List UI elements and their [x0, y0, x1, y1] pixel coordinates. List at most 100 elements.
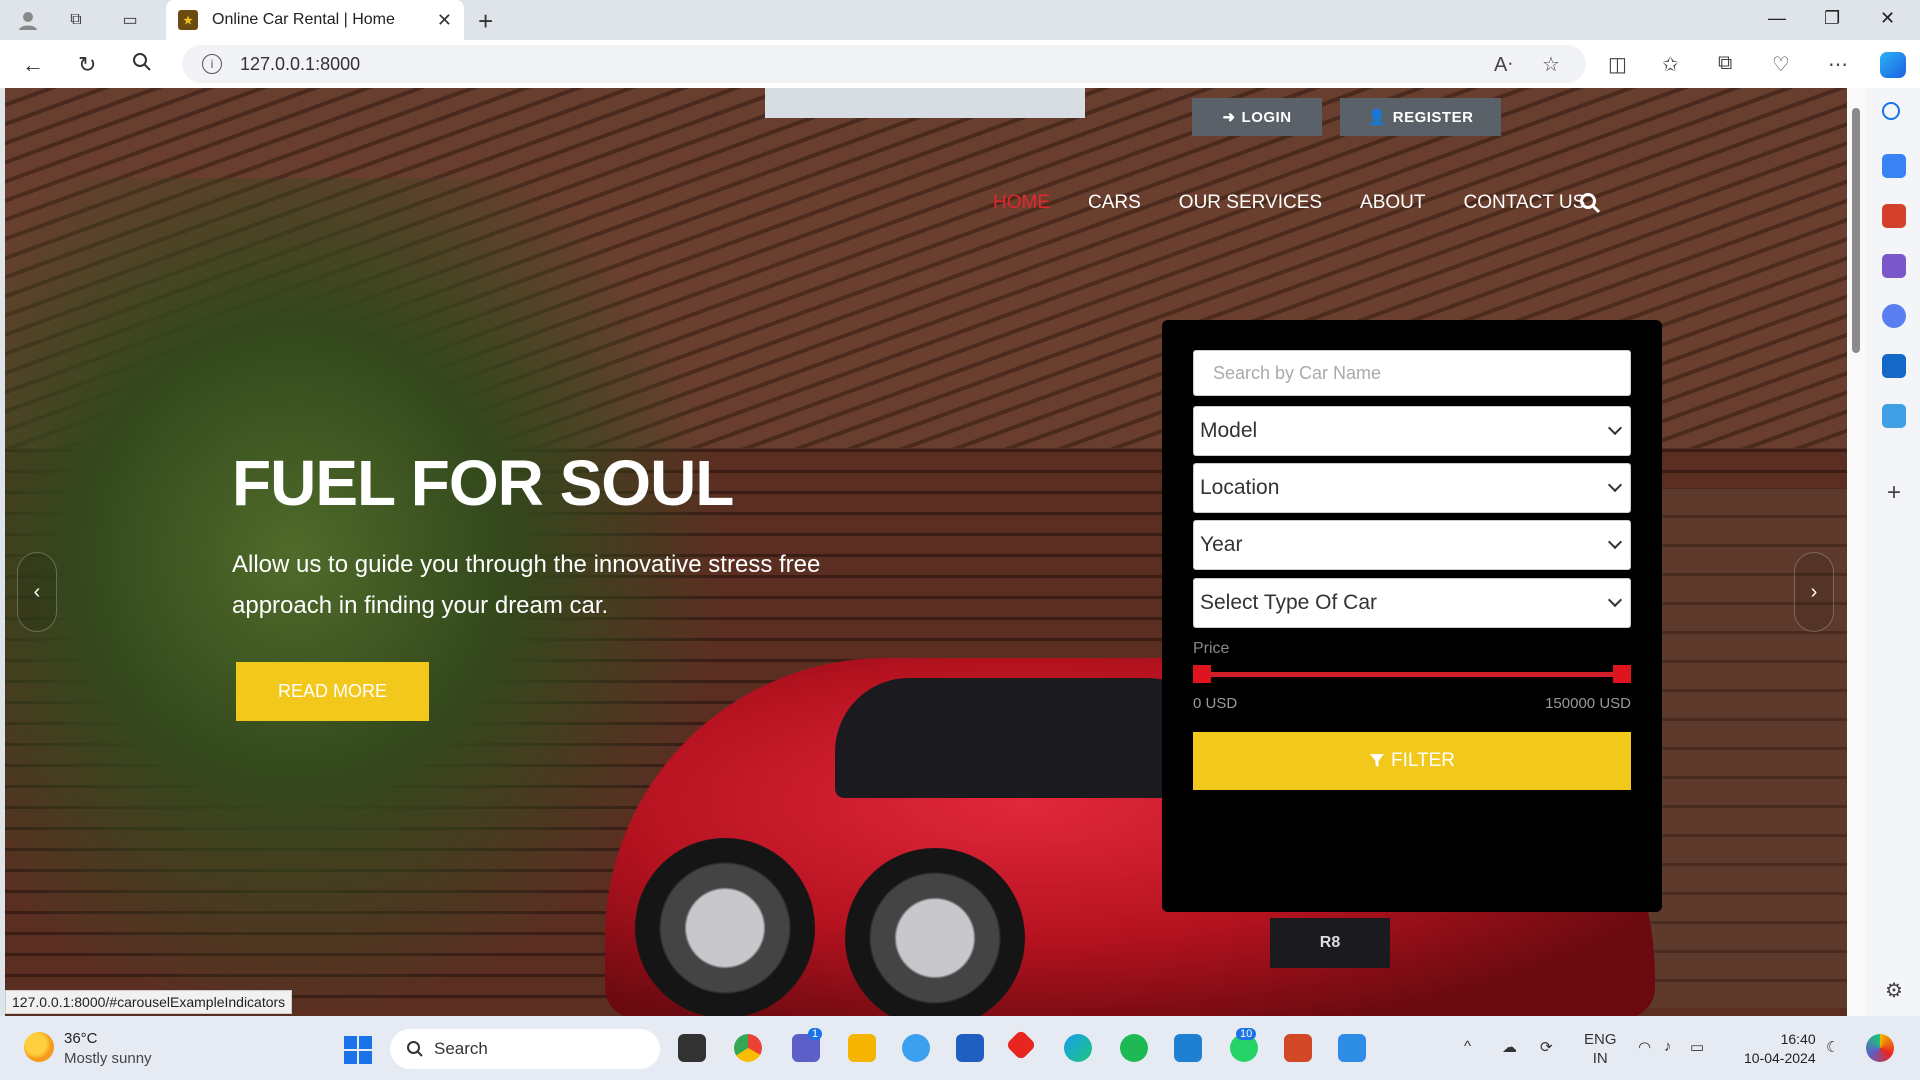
taskbar-search-label: Search: [434, 1039, 488, 1058]
weather-temperature[interactable]: 36°C: [64, 1030, 98, 1047]
site-search-icon[interactable]: [1579, 192, 1601, 214]
language-code: ENG: [1584, 1031, 1617, 1048]
taskbar-edge-icon[interactable]: [1064, 1034, 1092, 1062]
more-options-icon[interactable]: ⋯: [1828, 52, 1848, 77]
year-select[interactable]: Year: [1193, 520, 1631, 570]
sidebar-add-icon[interactable]: +: [1882, 481, 1906, 506]
filter-button[interactable]: FILTER: [1193, 732, 1631, 790]
menu-item-home[interactable]: HOME: [993, 192, 1050, 214]
price-max-handle[interactable]: [1613, 665, 1631, 683]
edge-sidebar: + ⚙: [1866, 88, 1920, 1016]
login-label: LOGIN: [1241, 108, 1292, 126]
site-favicon: ★: [178, 10, 198, 30]
show-hidden-icons-icon[interactable]: ^: [1464, 1038, 1471, 1055]
price-min-handle[interactable]: [1193, 665, 1211, 683]
page-scrollbar[interactable]: [1847, 88, 1866, 1016]
copilot-taskbar-icon[interactable]: [1866, 1034, 1894, 1062]
close-tab-icon[interactable]: ✕: [437, 10, 452, 31]
chevron-down-icon: [1607, 592, 1623, 608]
taskbar-vscode-icon[interactable]: [1174, 1034, 1202, 1062]
teams-badge: 1: [808, 1028, 823, 1040]
sync-icon[interactable]: ⟳: [1540, 1038, 1553, 1056]
taskbar-task-view-icon[interactable]: [678, 1034, 706, 1062]
read-more-button[interactable]: READ MORE: [236, 662, 429, 721]
scrollbar-thumb[interactable]: [1852, 108, 1860, 353]
notification-icon[interactable]: ☾: [1826, 1038, 1839, 1056]
user-plus-icon: 👤: [1367, 109, 1387, 126]
taskbar-file-explorer-icon[interactable]: [848, 1034, 876, 1062]
back-icon[interactable]: ←: [22, 52, 44, 78]
car-wheel-left: [635, 838, 815, 1016]
url-text: 127.0.0.1:8000: [240, 53, 361, 74]
clock[interactable]: 16:40 10-04-2024: [1744, 1030, 1816, 1068]
refresh-icon[interactable]: ↻: [78, 52, 96, 78]
car-wheel-front: [845, 848, 1025, 1016]
hero-carousel: R8 ➜ LOGIN 👤 REGISTER HOME CARS OUR SERV…: [5, 88, 1847, 1016]
address-bar-row: ← ↻ i 127.0.0.1:8000 Aᐧ ☆ ◫ ✩ ⧉ ♡ ⋯: [0, 40, 1920, 88]
workspaces-icon[interactable]: ⧉: [64, 8, 88, 32]
login-button[interactable]: ➜ LOGIN: [1192, 98, 1322, 136]
copilot-icon[interactable]: [1880, 52, 1906, 78]
minimize-icon[interactable]: —: [1768, 8, 1786, 29]
car-name-search-input[interactable]: Search by Car Name: [1193, 350, 1631, 396]
close-window-icon[interactable]: ✕: [1880, 8, 1895, 29]
menu-item-our-services[interactable]: OUR SERVICES: [1179, 192, 1322, 214]
carousel-prev-icon[interactable]: ‹: [17, 552, 57, 632]
wifi-icon[interactable]: ◠: [1638, 1038, 1651, 1056]
favorite-star-icon[interactable]: ☆: [1542, 52, 1560, 77]
sidebar-games-icon[interactable]: [1882, 254, 1906, 278]
sidebar-m365-icon[interactable]: [1882, 304, 1906, 328]
taskbar-search[interactable]: Search: [390, 1029, 660, 1069]
car-type-select[interactable]: Select Type Of Car: [1193, 578, 1631, 628]
new-tab-icon[interactable]: +: [478, 6, 493, 37]
hero-title: FUEL FOR SOUL: [232, 447, 734, 519]
taskbar-store-icon[interactable]: [956, 1034, 984, 1062]
main-menu: HOME CARS OUR SERVICES ABOUT CONTACT US: [993, 192, 1585, 214]
car-filter-panel: Search by Car Name Model Location Year S…: [1162, 320, 1662, 912]
sidebar-settings-icon[interactable]: ⚙: [1882, 978, 1906, 1002]
collections-icon[interactable]: ⧉: [1718, 52, 1732, 75]
menu-item-contact-us[interactable]: CONTACT US: [1464, 192, 1586, 214]
menu-item-about[interactable]: ABOUT: [1360, 192, 1425, 214]
profile-icon[interactable]: [16, 8, 40, 32]
taskbar-photos-icon[interactable]: [1338, 1034, 1366, 1062]
taskbar-help-icon[interactable]: [902, 1034, 930, 1062]
sidebar-shopping-icon[interactable]: [1882, 154, 1906, 178]
weather-sunny-icon[interactable]: [24, 1032, 54, 1062]
site-info-icon[interactable]: i: [202, 54, 222, 74]
price-range-track[interactable]: [1201, 672, 1621, 677]
carousel-next-icon[interactable]: ›: [1794, 552, 1834, 632]
tab-actions-icon[interactable]: ▭: [118, 8, 142, 32]
taskbar-chrome-icon[interactable]: [734, 1034, 762, 1062]
taskbar-spotify-icon[interactable]: [1120, 1034, 1148, 1062]
price-min-value: 0 USD: [1193, 695, 1238, 712]
search-icon[interactable]: [132, 52, 152, 78]
battery-icon[interactable]: ▭: [1690, 1038, 1704, 1056]
browser-essentials-icon[interactable]: ♡: [1772, 52, 1790, 77]
split-screen-icon[interactable]: ◫: [1608, 52, 1627, 77]
windows-start-icon[interactable]: [344, 1036, 372, 1064]
model-select[interactable]: Model: [1193, 406, 1631, 456]
menu-item-cars[interactable]: CARS: [1088, 192, 1141, 214]
taskbar-powerpoint-icon[interactable]: [1284, 1034, 1312, 1062]
sidebar-outlook-icon[interactable]: [1882, 354, 1906, 378]
url-field[interactable]: i 127.0.0.1:8000: [182, 45, 1586, 83]
taskbar-git-icon[interactable]: [1005, 1029, 1037, 1061]
sidebar-search-icon[interactable]: [1882, 102, 1900, 120]
weather-description[interactable]: Mostly sunny: [64, 1050, 152, 1067]
read-aloud-icon[interactable]: Aᐧ: [1494, 52, 1512, 77]
location-select[interactable]: Location: [1193, 463, 1631, 513]
sidebar-tools-icon[interactable]: [1882, 204, 1906, 228]
register-button[interactable]: 👤 REGISTER: [1340, 98, 1501, 136]
chevron-down-icon: [1607, 420, 1623, 436]
region-code: IN: [1592, 1050, 1608, 1067]
car-type-select-value: Select Type Of Car: [1200, 591, 1378, 614]
browser-tab[interactable]: ★ Online Car Rental | Home ✕: [166, 0, 464, 40]
sidebar-send-icon[interactable]: [1882, 404, 1906, 428]
favorites-icon[interactable]: ✩: [1662, 52, 1679, 77]
hero-subtitle: Allow us to guide you through the innova…: [232, 551, 821, 619]
onedrive-icon[interactable]: ☁: [1502, 1038, 1517, 1056]
language-indicator[interactable]: ENG IN: [1584, 1030, 1617, 1068]
restore-icon[interactable]: ❐: [1824, 8, 1840, 29]
volume-icon[interactable]: ♪: [1664, 1038, 1672, 1055]
